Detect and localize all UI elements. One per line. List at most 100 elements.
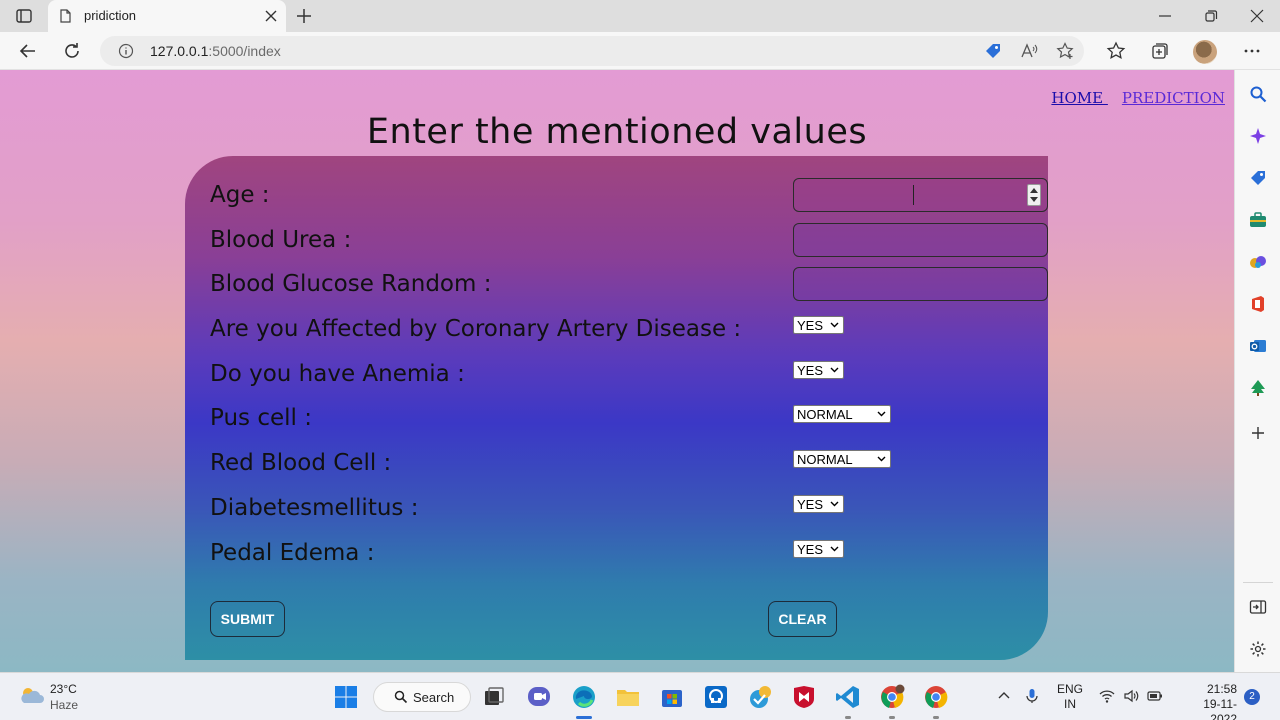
pedal-edema-select-value: YES (797, 542, 824, 557)
browser-tab[interactable]: pridiction (48, 0, 286, 32)
settings-gear-icon[interactable] (1249, 640, 1267, 658)
clock-date: 19-11-2022 (1203, 697, 1237, 720)
diabetes-select[interactable]: YES (793, 495, 844, 513)
url-host: 127.0.0.1 (150, 43, 209, 59)
tools-icon[interactable] (1249, 211, 1267, 229)
age-label: Age : (210, 182, 270, 208)
url-text: 127.0.0.1:5000/index (150, 43, 281, 59)
minimize-icon[interactable] (1158, 9, 1172, 23)
vscode-icon[interactable] (835, 684, 861, 710)
discover-sparkle-icon[interactable] (1249, 127, 1267, 145)
input-language[interactable]: ENG IN (1057, 682, 1083, 712)
notification-badge[interactable]: 2 (1244, 689, 1260, 705)
nav-prediction-link[interactable]: PREDICTION (1122, 89, 1225, 107)
blood-glucose-label: Blood Glucose Random : (210, 271, 492, 297)
tab-actions-icon[interactable] (12, 7, 36, 25)
wifi-icon[interactable] (1099, 688, 1115, 704)
weather-temperature: 23°C (50, 682, 77, 696)
diabetes-select-value: YES (797, 497, 824, 512)
collections-icon[interactable] (1150, 41, 1170, 61)
clock-time: 21:58 (1206, 682, 1237, 696)
volume-icon[interactable] (1123, 688, 1139, 704)
favorites-icon[interactable] (1106, 41, 1126, 61)
blood-urea-input[interactable] (793, 223, 1048, 257)
mcafee-icon[interactable] (791, 684, 817, 710)
blood-glucose-input[interactable] (793, 267, 1048, 301)
more-options-icon[interactable] (1242, 41, 1262, 61)
red-blood-cell-label: Red Blood Cell : (210, 450, 392, 476)
restore-icon[interactable] (1204, 9, 1218, 23)
site-info-icon[interactable] (118, 43, 134, 59)
hide-sidebar-icon[interactable] (1249, 598, 1267, 616)
number-spinner[interactable] (1027, 184, 1041, 206)
chevron-down-icon (830, 546, 839, 552)
form-row-pedal-edema: Pedal Edema : YES (210, 536, 1010, 572)
red-blood-cell-select[interactable]: NORMAL (793, 450, 891, 468)
weather-condition: Haze (50, 698, 79, 712)
chrome-icon[interactable] (923, 684, 949, 710)
language-code: ENG (1057, 682, 1084, 696)
coupon-tag-icon[interactable] (984, 42, 1002, 60)
teams-chat-icon[interactable] (526, 684, 552, 710)
file-explorer-icon[interactable] (615, 684, 641, 710)
profile-avatar[interactable] (1193, 40, 1217, 64)
tree-icon[interactable] (1249, 379, 1267, 397)
outlook-icon[interactable] (1249, 337, 1267, 355)
sidebar-divider (1243, 582, 1273, 583)
chrome-profile-icon[interactable] (879, 684, 905, 710)
start-windows-icon[interactable] (333, 684, 359, 710)
tab-title: pridiction (84, 8, 137, 23)
pedal-edema-select[interactable]: YES (793, 540, 844, 558)
age-input[interactable] (793, 178, 1048, 212)
microsoft-store-icon[interactable] (659, 684, 685, 710)
search-icon (394, 690, 408, 704)
task-view-icon[interactable] (481, 684, 507, 710)
close-window-icon[interactable] (1250, 9, 1264, 23)
search-icon[interactable] (1249, 85, 1267, 103)
battery-icon[interactable] (1147, 688, 1163, 704)
chevron-up-icon[interactable] (996, 688, 1012, 704)
search-label: Search (413, 690, 455, 705)
submit-button[interactable]: SUBMIT (210, 601, 285, 637)
address-bar[interactable]: 127.0.0.1:5000/index (100, 36, 1084, 66)
nav-home-link[interactable]: HOME (1051, 89, 1107, 107)
taskbar-search[interactable]: Search (373, 682, 471, 712)
red-blood-cell-select-value: NORMAL (797, 452, 853, 467)
close-tab-icon[interactable] (264, 9, 278, 23)
weather-haze-icon[interactable] (18, 685, 44, 707)
shopping-tag-icon[interactable] (1249, 169, 1267, 187)
tips-app-icon[interactable] (748, 684, 774, 710)
refresh-icon[interactable] (62, 41, 82, 61)
form-row-age: Age : (210, 178, 1048, 214)
coronary-select[interactable]: YES (793, 316, 844, 334)
spin-down-icon[interactable] (1030, 197, 1038, 202)
back-icon[interactable] (18, 41, 38, 61)
games-icon[interactable] (1249, 253, 1267, 271)
add-favorite-icon[interactable] (1056, 42, 1074, 60)
edge-sidebar (1234, 70, 1280, 672)
pus-cell-select[interactable]: NORMAL (793, 405, 891, 423)
new-tab-icon[interactable] (295, 7, 313, 25)
support-app-icon[interactable] (703, 684, 729, 710)
chrome-profile-running-indicator (889, 716, 895, 719)
add-icon[interactable] (1249, 424, 1267, 442)
page-title: Enter the mentioned values (366, 112, 868, 152)
pus-cell-select-value: NORMAL (797, 407, 853, 422)
office-icon[interactable] (1249, 295, 1267, 313)
form-row-blood-glucose: Blood Glucose Random : (210, 267, 1048, 303)
system-clock[interactable]: 21:58 19-11-2022 (1180, 682, 1237, 720)
read-aloud-icon[interactable] (1020, 42, 1038, 60)
coronary-label: Are you Affected by Coronary Artery Dise… (210, 316, 742, 342)
chevron-down-icon (877, 411, 886, 417)
spin-up-icon[interactable] (1030, 188, 1038, 193)
chevron-down-icon (830, 501, 839, 507)
anemia-select[interactable]: YES (793, 361, 844, 379)
diabetes-label: Diabetesmellitus : (210, 495, 419, 521)
microphone-icon[interactable] (1024, 688, 1040, 704)
url-path: :5000/index (208, 43, 281, 59)
vscode-running-indicator (845, 716, 851, 719)
clear-button[interactable]: CLEAR (768, 601, 837, 637)
edge-running-indicator (576, 716, 592, 719)
edge-browser-icon[interactable] (571, 684, 597, 710)
form-row-red-blood-cell: Red Blood Cell : NORMAL (210, 446, 1010, 482)
